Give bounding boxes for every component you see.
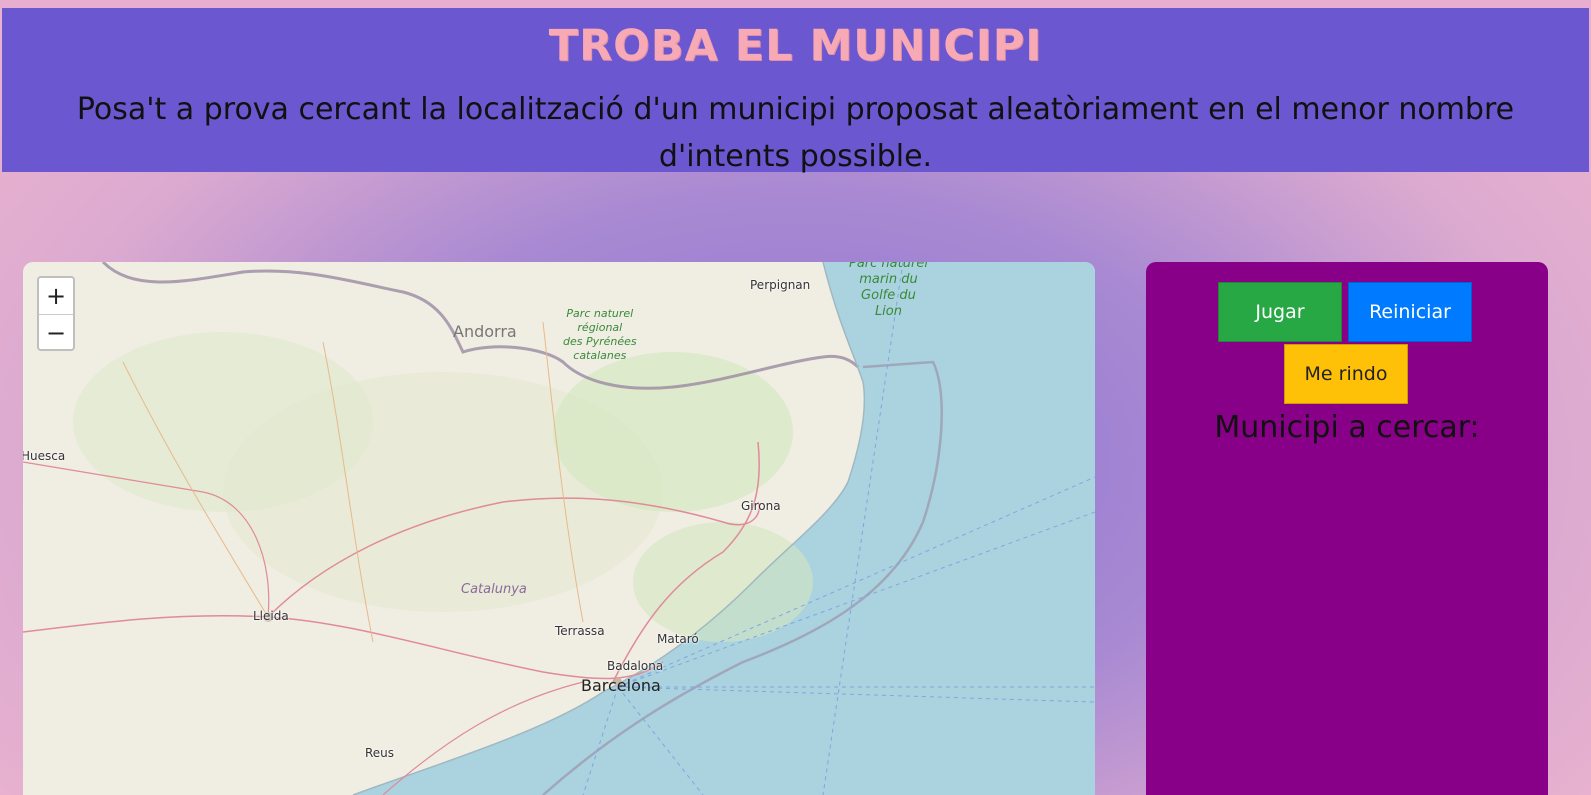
- zoom-control: + −: [37, 276, 75, 351]
- zoom-in-button[interactable]: +: [39, 278, 73, 315]
- map-label-perpignan: Perpignan: [750, 278, 811, 292]
- map-label-badalona: Badalona: [607, 659, 664, 673]
- map-label-huesca: Huesca: [23, 449, 66, 463]
- map-label-lleida: Lleida: [253, 609, 289, 623]
- page-title: TROBA EL MUNICIPI: [548, 21, 1043, 71]
- map-tiles[interactable]: [23, 262, 1095, 795]
- page-description: Posa't a prova cercant la localització d…: [76, 92, 1515, 174]
- map-label-catalunya: Catalunya: [461, 582, 527, 597]
- game-panel: Jugar Reiniciar Me rindo Municipi a cerc…: [1146, 262, 1548, 795]
- map-label-barcelona: Barcelona: [581, 676, 661, 695]
- target-municipality-label: Municipi a cercar:: [1214, 410, 1480, 445]
- map-label-reus: Reus: [365, 746, 395, 760]
- map-label-girona: Girona: [741, 499, 781, 513]
- page-header: TROBA EL MUNICIPI Posa't a prova cercant…: [2, 8, 1589, 174]
- top-strip: [0, 0, 1591, 8]
- restart-button[interactable]: Reiniciar: [1348, 282, 1472, 342]
- map-label-terrassa: Terrassa: [555, 624, 605, 638]
- map-label-park-pyrenees: Parc naturel régional des Pyrénées catal…: [563, 307, 637, 362]
- play-button[interactable]: Jugar: [1218, 282, 1342, 342]
- give-up-button[interactable]: Me rindo: [1284, 344, 1408, 404]
- zoom-out-button[interactable]: −: [39, 315, 73, 351]
- map-label-park-golfe: Parc naturel marin du Golfe du Lion: [849, 262, 928, 319]
- map-container[interactable]: + − Perpignan Andorra Parc naturel régio…: [23, 262, 1095, 795]
- map-label-mataro: Mataró: [657, 632, 699, 646]
- map-label-andorra: Andorra: [453, 322, 517, 341]
